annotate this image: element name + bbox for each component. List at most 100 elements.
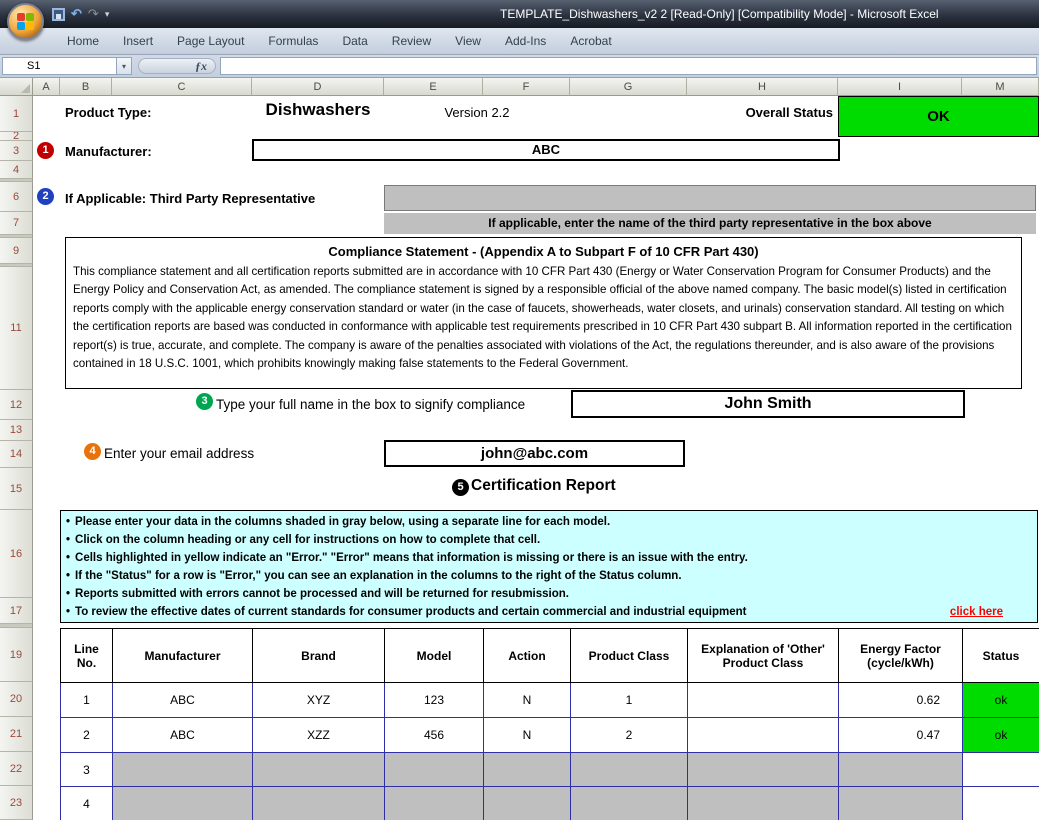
cell-brand[interactable] <box>253 753 385 787</box>
col-header-product-class[interactable]: Product Class <box>571 629 688 683</box>
third-party-input[interactable] <box>384 185 1036 211</box>
row-header-11[interactable]: 11 <box>0 267 33 390</box>
cell-status[interactable] <box>963 753 1039 787</box>
cell-manufacturer[interactable] <box>113 787 253 820</box>
manufacturer-input[interactable]: ABC <box>252 139 840 161</box>
name-box-dropdown-icon[interactable]: ▾ <box>117 57 132 75</box>
cell-line-no[interactable]: 3 <box>61 753 113 787</box>
cell-status[interactable] <box>963 787 1039 820</box>
column-header-f[interactable]: F <box>483 78 570 96</box>
cell-product-class[interactable]: 2 <box>571 718 688 753</box>
cell-energy-factor[interactable] <box>839 753 963 787</box>
row-header-20[interactable]: 20 <box>0 682 33 717</box>
name-box[interactable]: S1 <box>2 57 117 75</box>
row-header-12[interactable]: 12 <box>0 390 33 420</box>
cell-product-class[interactable]: 1 <box>571 683 688 718</box>
cell-line-no[interactable]: 1 <box>61 683 113 718</box>
column-header-m[interactable]: M <box>962 78 1039 96</box>
row-header-13[interactable]: 13 <box>0 420 33 441</box>
cell-product-class[interactable] <box>571 787 688 820</box>
row-header-9[interactable]: 9 <box>0 238 33 264</box>
cell-product-class[interactable] <box>571 753 688 787</box>
col-header-status[interactable]: Status <box>963 629 1039 683</box>
email-input[interactable]: john@abc.com <box>384 440 685 467</box>
cell-status[interactable]: ok <box>963 718 1039 753</box>
cell-model[interactable]: 123 <box>385 683 484 718</box>
worksheet: A B C D E F G H I M 1 2 3 4 6 7 9 11 12 … <box>0 78 1039 820</box>
cell-model[interactable] <box>385 753 484 787</box>
col-header-manufacturer[interactable]: Manufacturer <box>113 629 253 683</box>
cell-line-no[interactable]: 2 <box>61 718 113 753</box>
row-header-23[interactable]: 23 <box>0 786 33 820</box>
cell-line-no[interactable]: 4 <box>61 787 113 820</box>
row-header-2[interactable]: 2 <box>0 132 33 141</box>
formula-input[interactable] <box>220 57 1037 75</box>
row-header-14[interactable]: 14 <box>0 441 33 468</box>
insert-function-button[interactable]: ƒx <box>138 58 216 74</box>
cell-manufacturer[interactable]: ABC <box>113 718 253 753</box>
row-header-19[interactable]: 19 <box>0 628 33 682</box>
cell-action[interactable] <box>484 753 571 787</box>
office-button[interactable] <box>7 3 44 40</box>
row-header-15[interactable]: 15 <box>0 468 33 510</box>
cell-action[interactable]: N <box>484 718 571 753</box>
tab-insert[interactable]: Insert <box>111 29 165 54</box>
tab-add-ins[interactable]: Add-Ins <box>493 29 558 54</box>
cell-brand[interactable] <box>253 787 385 820</box>
row-header-3[interactable]: 3 <box>0 141 33 161</box>
col-header-line-no[interactable]: Line No. <box>61 629 113 683</box>
window-title: TEMPLATE_Dishwashers_v2 2 [Read-Only] [C… <box>500 0 939 28</box>
row-header-22[interactable]: 22 <box>0 752 33 786</box>
cell-manufacturer[interactable]: ABC <box>113 683 253 718</box>
cell-action[interactable]: N <box>484 683 571 718</box>
column-header-g[interactable]: G <box>570 78 687 96</box>
save-icon[interactable] <box>52 8 65 21</box>
row-header-4[interactable]: 4 <box>0 161 33 179</box>
select-all-corner[interactable] <box>0 78 33 96</box>
tab-review[interactable]: Review <box>380 29 443 54</box>
cell-explanation[interactable] <box>688 683 839 718</box>
qat-dropdown-icon[interactable]: ▾ <box>105 9 110 20</box>
tab-formulas[interactable]: Formulas <box>256 29 330 54</box>
col-header-model[interactable]: Model <box>385 629 484 683</box>
cell-manufacturer[interactable] <box>113 753 253 787</box>
row-header-17[interactable]: 17 <box>0 598 33 624</box>
cell-brand[interactable]: XYZ <box>253 683 385 718</box>
cell-energy-factor[interactable]: 0.47 <box>839 718 963 753</box>
col-header-explanation[interactable]: Explanation of 'Other' Product Class <box>688 629 839 683</box>
cell-model[interactable] <box>385 787 484 820</box>
column-header-e[interactable]: E <box>384 78 483 96</box>
tab-home[interactable]: Home <box>55 29 111 54</box>
col-header-brand[interactable]: Brand <box>253 629 385 683</box>
cell-energy-factor[interactable] <box>839 787 963 820</box>
column-header-d[interactable]: D <box>252 78 384 96</box>
cell-explanation[interactable] <box>688 787 839 820</box>
column-header-i[interactable]: I <box>838 78 962 96</box>
cell-explanation[interactable] <box>688 753 839 787</box>
click-here-link[interactable]: click here <box>950 603 1003 621</box>
cell-explanation[interactable] <box>688 718 839 753</box>
cell-energy-factor[interactable]: 0.62 <box>839 683 963 718</box>
row-header-21[interactable]: 21 <box>0 717 33 752</box>
row-header-6[interactable]: 6 <box>0 182 33 212</box>
column-header-h[interactable]: H <box>687 78 838 96</box>
tab-page-layout[interactable]: Page Layout <box>165 29 256 54</box>
column-header-a[interactable]: A <box>33 78 60 96</box>
cell-action[interactable] <box>484 787 571 820</box>
tab-acrobat[interactable]: Acrobat <box>558 29 623 54</box>
full-name-input[interactable]: John Smith <box>571 390 965 418</box>
tab-data[interactable]: Data <box>330 29 379 54</box>
row-header-16[interactable]: 16 <box>0 510 33 598</box>
row-header-7[interactable]: 7 <box>0 212 33 235</box>
column-header-c[interactable]: C <box>112 78 252 96</box>
cell-model[interactable]: 456 <box>385 718 484 753</box>
column-header-b[interactable]: B <box>60 78 112 96</box>
undo-icon[interactable]: ↶ <box>71 4 82 24</box>
redo-icon[interactable]: ↷ <box>88 4 99 24</box>
cell-status[interactable]: ok <box>963 683 1039 718</box>
col-header-energy-factor[interactable]: Energy Factor (cycle/kWh) <box>839 629 963 683</box>
cell-brand[interactable]: XZZ <box>253 718 385 753</box>
tab-view[interactable]: View <box>443 29 493 54</box>
col-header-action[interactable]: Action <box>484 629 571 683</box>
row-header-1[interactable]: 1 <box>0 96 33 132</box>
